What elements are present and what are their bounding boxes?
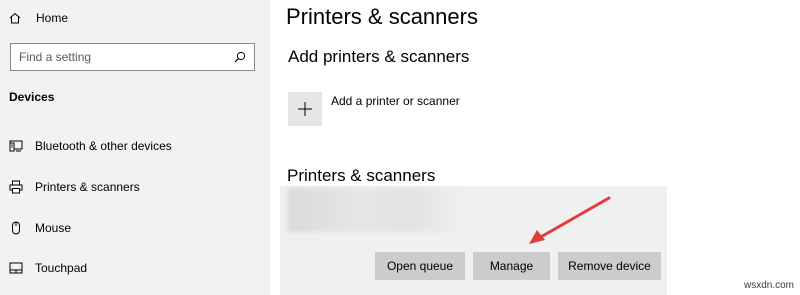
home-label: Home — [36, 11, 69, 25]
plus-icon — [298, 102, 312, 116]
section-label-devices: Devices — [9, 90, 55, 104]
sidebar-item-label: Bluetooth & other devices — [35, 139, 172, 153]
search-input[interactable] — [11, 44, 211, 70]
remove-device-button[interactable]: Remove device — [558, 252, 661, 280]
sidebar-item-mouse[interactable]: Mouse — [0, 214, 270, 242]
home-link[interactable]: Home — [9, 9, 68, 27]
search-box[interactable] — [10, 43, 255, 71]
sidebar-item-label: Mouse — [35, 221, 72, 235]
sidebar-item-bluetooth[interactable]: Bluetooth & other devices — [0, 132, 270, 160]
sidebar-item-label: Printers & scanners — [35, 180, 140, 194]
page-title: Printers & scanners — [286, 4, 478, 29]
printer-icon — [9, 180, 23, 194]
bluetooth-devices-icon — [9, 140, 23, 152]
sidebar-item-touchpad[interactable]: Touchpad — [0, 254, 270, 282]
annotation-arrow — [529, 196, 611, 244]
open-queue-button[interactable]: Open queue — [375, 252, 465, 280]
add-printer-label[interactable]: Add a printer or scanner — [331, 94, 460, 108]
add-printer-button[interactable] — [288, 92, 322, 126]
mouse-icon — [12, 221, 20, 235]
add-section-heading: Add printers & scanners — [288, 47, 470, 66]
manage-button[interactable]: Manage — [473, 252, 550, 280]
watermark: wsxdn.com — [743, 280, 794, 291]
sidebar-item-printers[interactable]: Printers & scanners — [0, 173, 270, 201]
search-icon[interactable] — [234, 51, 246, 63]
touchpad-icon — [9, 262, 23, 274]
printers-list-heading: Printers & scanners — [287, 166, 436, 185]
sidebar: Home Devices Bluetooth & other devices — [0, 0, 270, 295]
home-icon — [9, 12, 21, 24]
main-content: Printers & scanners Add printers & scann… — [270, 0, 800, 295]
sidebar-item-label: Touchpad — [35, 261, 88, 275]
redacted-printer-name — [288, 188, 462, 232]
